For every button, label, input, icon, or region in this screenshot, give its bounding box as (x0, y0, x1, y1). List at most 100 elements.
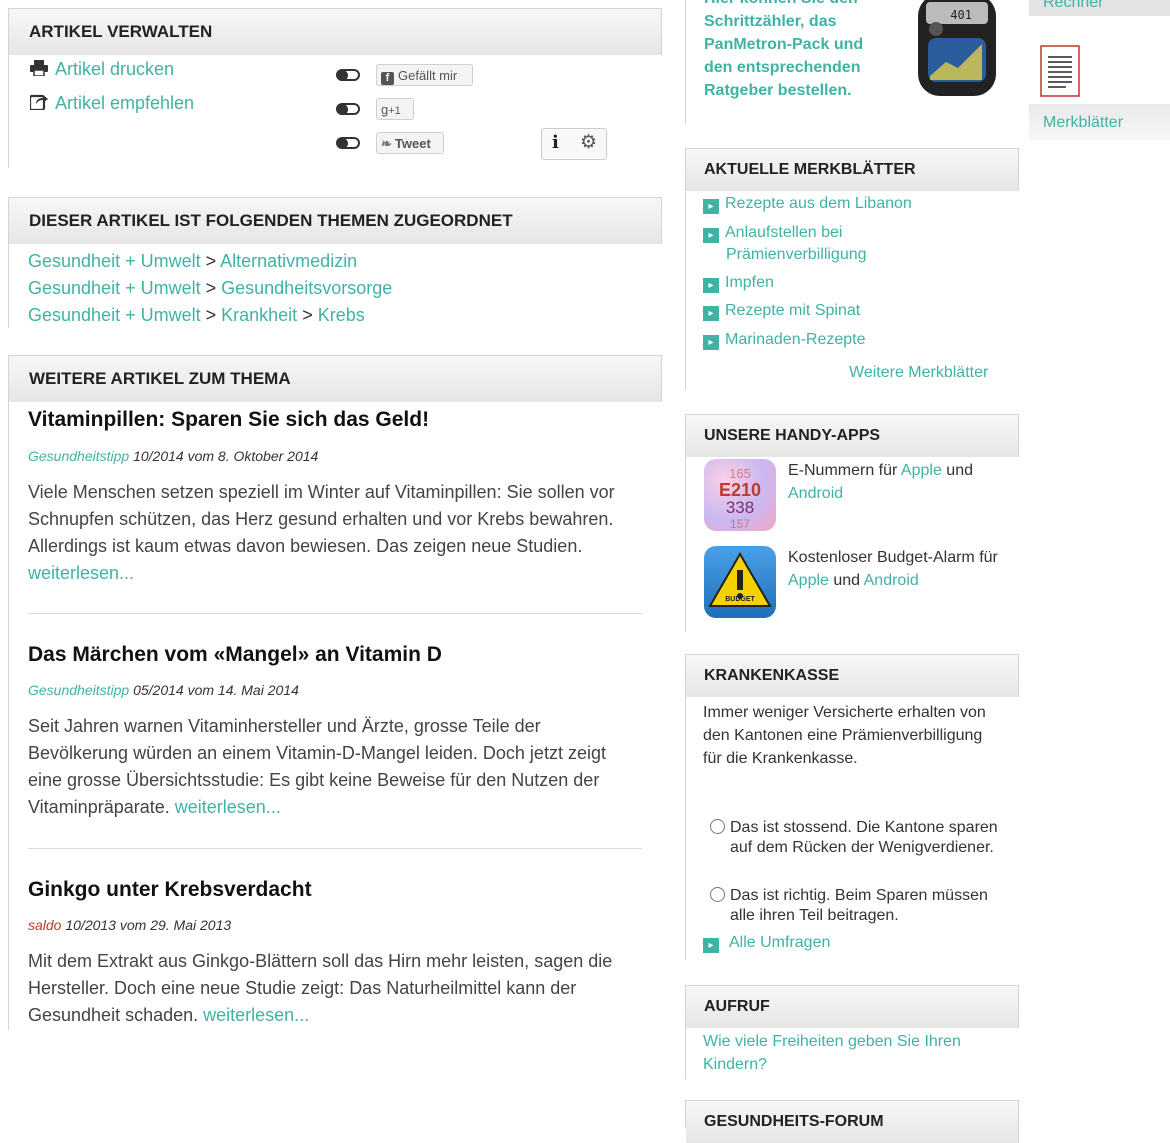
article-teaser-text: Mit dem Extrakt aus Ginkgo-Blättern soll… (28, 951, 613, 1025)
article-title[interactable]: Ginkgo unter Krebsverdacht (28, 878, 312, 902)
all-polls-link[interactable]: ▸ Alle Umfragen (703, 932, 830, 954)
pedometer-image[interactable]: 401 (916, 0, 998, 98)
warning-triangle-icon (708, 551, 772, 607)
theme-separator: > (205, 305, 217, 325)
apps-header: UNSERE HANDY-APPS (686, 414, 1019, 457)
side-nav-rechner[interactable]: Rechner (1029, 0, 1170, 16)
theme-path-3: Gesundheit + Umwelt > Krankheit > Krebs (28, 305, 365, 326)
article-title[interactable]: Vitaminpillen: Sparen Sie sich das Geld! (28, 408, 429, 432)
article-divider (28, 613, 642, 614)
arrow-right-icon: ▸ (703, 335, 719, 350)
theme-separator: > (205, 278, 217, 298)
pedometer-display: 401 (950, 8, 972, 22)
budget-app-icon[interactable]: BUDGET (704, 546, 776, 618)
theme-link[interactable]: Gesundheit + Umwelt (28, 305, 201, 325)
app-and: und (941, 462, 973, 479)
facebook-like-label: Gefällt mir (398, 68, 458, 83)
e-number-line: 157 (729, 517, 751, 531)
merkblatt-link[interactable]: ▸ Impfen (703, 272, 774, 294)
article-teaser: Viele Menschen setzen speziell im Winter… (28, 479, 638, 587)
read-more-link[interactable]: weiterlesen... (28, 563, 134, 583)
read-more-link[interactable]: weiterlesen... (175, 797, 281, 817)
article-manage-header: ARTIKEL VERWALTEN (9, 8, 662, 55)
article-source[interactable]: saldo (28, 917, 61, 933)
twitter-toggle[interactable] (336, 137, 360, 149)
side-nav-rechner-label: Rechner (1043, 0, 1104, 11)
article-meta: Gesundheitstipp 05/2014 vom 14. Mai 2014 (28, 682, 299, 698)
krankenkasse-header: KRANKENKASSE (686, 654, 1019, 697)
e-number-line: E210 (718, 480, 762, 500)
app-description: Kostenloser Budget-Alarm für (788, 549, 998, 566)
theme-separator: > (302, 305, 313, 325)
theme-link[interactable]: Gesundheit + Umwelt (28, 278, 201, 298)
merkblatt-link[interactable]: ▸ Rezepte mit Spinat (703, 300, 860, 322)
budget-icon-label: BUDGET (725, 596, 755, 603)
tweet-label: Tweet (394, 136, 431, 151)
article-source[interactable]: Gesundheitstipp (28, 448, 129, 464)
theme-link[interactable]: Krankheit (221, 305, 297, 325)
forum-header: GESUNDHEITS-FORUM (686, 1100, 1019, 1143)
tweet-button[interactable]: ❧ Tweet (376, 132, 444, 154)
print-article-label: Artikel drucken (55, 59, 175, 79)
facebook-like-button[interactable]: f Gefällt mir (376, 64, 473, 86)
facebook-icon: f (381, 72, 394, 85)
article-divider (28, 848, 642, 849)
theme-link[interactable]: Gesundheitsvorsorge (221, 278, 392, 298)
forum-box: GESUNDHEITS-FORUM (685, 1100, 1019, 1143)
info-icon[interactable]: i (552, 132, 559, 153)
more-merkblaetter-link[interactable]: Weitere Merkblätter (849, 364, 988, 382)
promo-line: Ratgeber bestellen. (704, 82, 852, 99)
article-source[interactable]: Gesundheitstipp (28, 682, 129, 698)
poll-option-1[interactable]: Das ist stossend. Die Kantone sparen auf… (710, 818, 1000, 858)
recommend-article-link[interactable]: Artikel empfehlen (28, 93, 194, 114)
poll-option-label: Das ist richtig. Beim Sparen müssen alle… (730, 887, 988, 924)
info-settings-group: i ⚙ (541, 128, 607, 160)
gplus-toggle[interactable] (336, 103, 360, 115)
e-numbers-app-text: E-Nummern für Apple und Android (788, 459, 998, 505)
e-numbers-app-icon[interactable]: 165 E210 338 157 (704, 459, 776, 531)
arrow-right-icon: ▸ (703, 199, 719, 214)
gplus-label: +1 (388, 105, 401, 117)
merkblatt-label: Impfen (725, 274, 774, 291)
merkblatt-label: Anlaufstellen bei Prämienverbilligung (725, 224, 867, 263)
article-title[interactable]: Das Märchen vom «Mangel» an Vitamin D (28, 643, 442, 667)
e-numbers-icon-text: 165 E210 338 157 (704, 465, 776, 531)
poll-option-label: Das ist stossend. Die Kantone sparen auf… (730, 819, 998, 856)
article-date: 05/2014 vom 14. Mai 2014 (129, 682, 299, 698)
app-description: E-Nummern für (788, 462, 901, 479)
print-article-link[interactable]: Artikel drucken (30, 59, 174, 80)
apple-link[interactable]: Apple (788, 572, 829, 589)
radio-button[interactable] (710, 887, 725, 902)
article-teaser: Mit dem Extrakt aus Ginkgo-Blättern soll… (28, 948, 638, 1029)
theme-separator: > (205, 251, 217, 271)
facebook-toggle[interactable] (336, 69, 360, 81)
merkblatt-label: Marinaden-Rezepte (725, 331, 866, 348)
theme-link[interactable]: Krebs (318, 305, 365, 325)
android-link[interactable]: Android (864, 572, 919, 589)
aufruf-link[interactable]: Wie viele Freiheiten geben Sie Ihren Kin… (703, 1030, 993, 1076)
merkblatt-link[interactable]: ▸ Marinaden-Rezepte (703, 329, 866, 351)
side-nav-merkblaetter[interactable]: Merkblätter (1029, 30, 1170, 140)
arrow-right-icon: ▸ (703, 306, 719, 321)
article-teaser-text: Seit Jahren warnen Vitaminhersteller und… (28, 716, 606, 817)
printer-icon (30, 60, 48, 77)
read-more-link[interactable]: weiterlesen... (203, 1005, 309, 1025)
poll-option-2[interactable]: Das ist richtig. Beim Sparen müssen alle… (710, 886, 1000, 926)
merkblaetter-box: AKTUELLE MERKBLÄTTER (685, 148, 1019, 390)
android-link[interactable]: Android (788, 485, 843, 502)
gplus-button[interactable]: g+1 (376, 98, 414, 120)
poll-question: Immer weniger Versicherte erhalten von d… (703, 704, 986, 767)
theme-link[interactable]: Gesundheit + Umwelt (28, 251, 201, 271)
apple-link[interactable]: Apple (901, 462, 942, 479)
promo-text[interactable]: Hier können Sie den Schrittzähler, das P… (704, 0, 894, 102)
arrow-right-icon: ▸ (703, 278, 719, 293)
theme-path-1: Gesundheit + Umwelt > Alternativmedizin (28, 251, 357, 272)
merkblatt-link[interactable]: ▸ Rezepte aus dem Libanon (703, 193, 912, 215)
article-date: 10/2014 vom 8. Oktober 2014 (129, 448, 319, 464)
theme-link[interactable]: Alternativmedizin (220, 251, 357, 271)
twitter-bird-icon: ❧ (381, 136, 392, 151)
merkblatt-link[interactable]: ▸ Anlaufstellen bei Prämienverbilligung (703, 222, 926, 266)
budget-app-text: Kostenloser Budget-Alarm für Apple und A… (788, 546, 998, 592)
gear-icon[interactable]: ⚙ (580, 131, 597, 154)
radio-button[interactable] (710, 819, 725, 834)
